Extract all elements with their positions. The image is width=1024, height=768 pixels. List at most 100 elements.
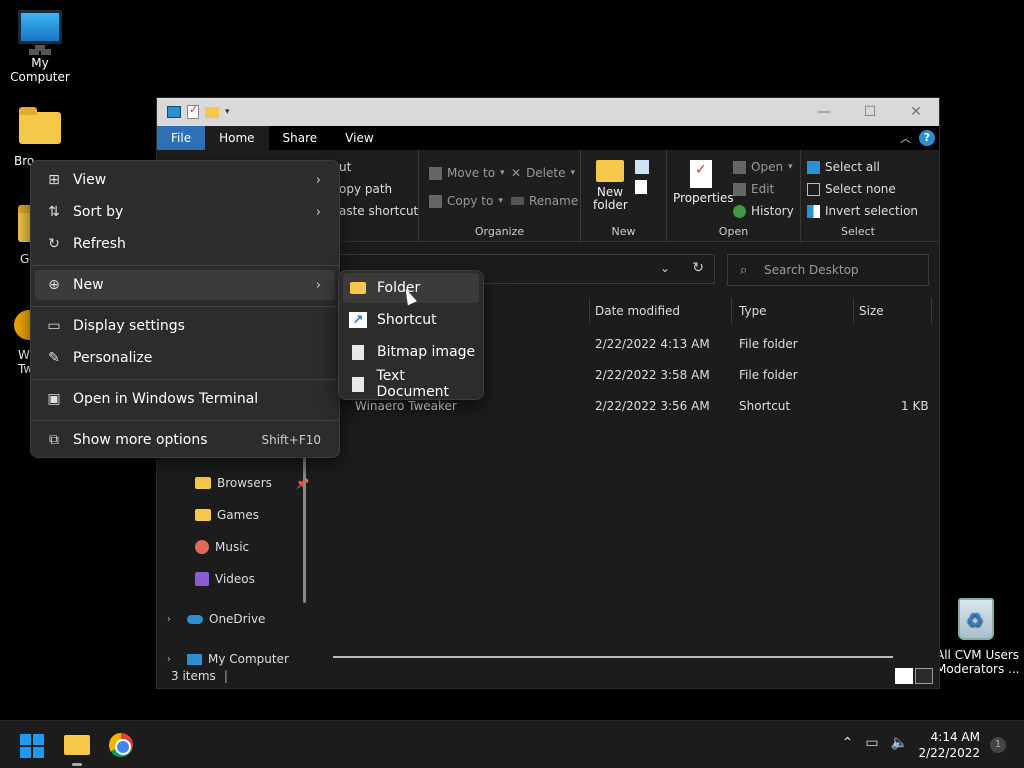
select-all-button[interactable]: Select all [807,160,880,174]
minimize-button[interactable]: — [801,98,847,126]
group-label-organize: Organize [474,225,525,238]
edit-button[interactable]: Edit [733,182,774,196]
menu-item-view[interactable]: ⊞ View › [35,165,335,195]
desktop-icon-my-computer[interactable]: My Computer [0,10,80,84]
tab-share[interactable]: Share [269,126,332,150]
collapse-ribbon-icon[interactable]: ︿ [900,130,911,146]
properties-icon: ✓ [690,160,712,188]
recycle-bin-icon [958,598,994,640]
terminal-icon: ▣ [47,391,61,407]
folder-icon [596,160,624,182]
nav-item-onedrive[interactable]: › OneDrive [167,612,265,626]
quick-access-toolbar: ▾ [157,103,230,119]
details-view-button[interactable] [895,668,913,684]
menu-item-open-terminal[interactable]: ▣ Open in Windows Terminal [35,384,335,414]
properties-quick-icon[interactable] [187,103,199,119]
history-button[interactable]: History [733,204,794,218]
context-menu: ⊞ View › ⇅ Sort by › ↻ Refresh ⊕ New › ▭… [30,160,340,458]
tab-file[interactable]: File [157,126,206,150]
chevron-down-icon[interactable]: ▾ [225,107,230,117]
group-label-new: New [611,225,636,238]
chevron-right-icon: › [315,277,321,293]
invert-selection-icon [807,204,820,218]
new-folder-quick-icon[interactable] [205,106,219,118]
chevron-right-icon[interactable]: › [167,654,181,665]
copy-to-button[interactable]: Copy to ▾ [429,194,503,208]
nav-pane-scrollbar[interactable] [303,453,306,603]
submenu-item-text-document[interactable]: Text Document [343,368,479,400]
submenu-item-bitmap-image[interactable]: Bitmap image [343,337,479,367]
properties-button[interactable]: ✓ Properties [673,160,734,205]
maximize-button[interactable]: ☐ [847,98,893,126]
history-icon [733,204,746,218]
monitor-icon [18,10,62,51]
chevron-right-icon: › [315,204,321,220]
monitor-icon [187,653,202,665]
cut-button[interactable]: ut [339,160,351,174]
horizontal-scrollbar[interactable] [333,656,893,658]
delete-button[interactable]: ✕ Delete ▾ [511,166,575,180]
invert-selection-button[interactable]: Invert selection [807,204,918,218]
delete-icon: ✕ [511,166,522,180]
open-icon [733,160,746,174]
move-to-button[interactable]: Move to ▾ [429,166,505,180]
taskbar: ⌃ ▭ 🔈 4:14 AM 2/22/2022 1 [0,720,1024,768]
start-button[interactable] [20,734,44,758]
ribbon-group-new: New folder New [581,150,667,242]
notification-icon[interactable]: 1 [990,737,1006,753]
submenu-item-shortcut[interactable]: ↗ Shortcut [343,305,479,335]
group-label-open: Open [718,225,749,238]
chevron-right-icon[interactable]: › [167,614,181,625]
nav-item-browsers[interactable]: Browsers 📌 [195,476,310,490]
edit-icon [733,182,746,196]
nav-item-games[interactable]: Games [195,508,259,522]
network-icon[interactable]: ▭ [865,735,878,751]
column-header-date[interactable]: Date modified [595,304,680,318]
paste-shortcut-button[interactable]: aste shortcut [339,204,418,218]
desktop-icon-label: Moderators ... [936,662,1020,676]
group-label-select: Select [841,225,875,238]
tab-home[interactable]: Home [205,126,269,150]
menu-item-show-more-options[interactable]: ⧉ Show more options Shift+F10 [35,425,335,455]
select-none-icon [807,182,820,196]
column-header-size[interactable]: Size [859,304,884,318]
search-input[interactable]: ⌕ Search Desktop [727,254,929,286]
help-icon[interactable]: ? [919,130,935,146]
menu-item-refresh[interactable]: ↻ Refresh [35,229,335,259]
rename-button[interactable]: Rename [511,194,578,208]
menu-item-display-settings[interactable]: ▭ Display settings [35,311,335,341]
title-bar[interactable]: ▾ — ☐ ✕ [157,98,939,126]
nav-item-music[interactable]: Music [195,540,249,554]
easy-access-icon[interactable] [635,180,647,194]
plus-circle-icon: ⊕ [48,277,60,293]
menu-item-sort-by[interactable]: ⇅ Sort by › [35,197,335,227]
select-all-icon [807,160,820,174]
onedrive-icon [187,614,203,624]
new-folder-button[interactable]: New folder [593,160,628,212]
chevron-down-icon[interactable]: ⌄ [660,261,670,275]
new-item-icon[interactable] [635,160,649,174]
large-icons-view-button[interactable] [915,668,933,684]
desktop-icon-recycle-bin[interactable]: All CVM Users Moderators ... [936,598,1020,676]
chrome-taskbar-icon[interactable] [109,733,133,757]
chevron-up-icon[interactable]: ⌃ [842,735,854,751]
file-explorer-taskbar-icon[interactable] [64,735,90,755]
copy-path-button[interactable]: opy path [339,182,392,196]
clock[interactable]: 4:14 AM 2/22/2022 [918,729,980,761]
move-to-icon [429,166,442,180]
nav-item-videos[interactable]: Videos [195,572,255,586]
folder-icon [195,477,211,489]
close-button[interactable]: ✕ [893,98,939,126]
desktop-icon-label: All CVM Users [936,648,1020,662]
more-options-icon: ⧉ [49,432,59,448]
ribbon-tabs: File Home Share View ︿ ? [157,126,939,150]
column-header-type[interactable]: Type [739,304,767,318]
select-none-button[interactable]: Select none [807,182,896,196]
volume-icon[interactable]: 🔈 [891,735,908,751]
tab-view[interactable]: View [331,126,387,150]
refresh-icon: ↻ [48,236,60,252]
refresh-icon[interactable]: ↻ [692,260,704,276]
menu-item-personalize[interactable]: ✎ Personalize [35,343,335,373]
open-button[interactable]: Open ▾ [733,160,793,174]
menu-item-new[interactable]: ⊕ New › [35,270,335,300]
